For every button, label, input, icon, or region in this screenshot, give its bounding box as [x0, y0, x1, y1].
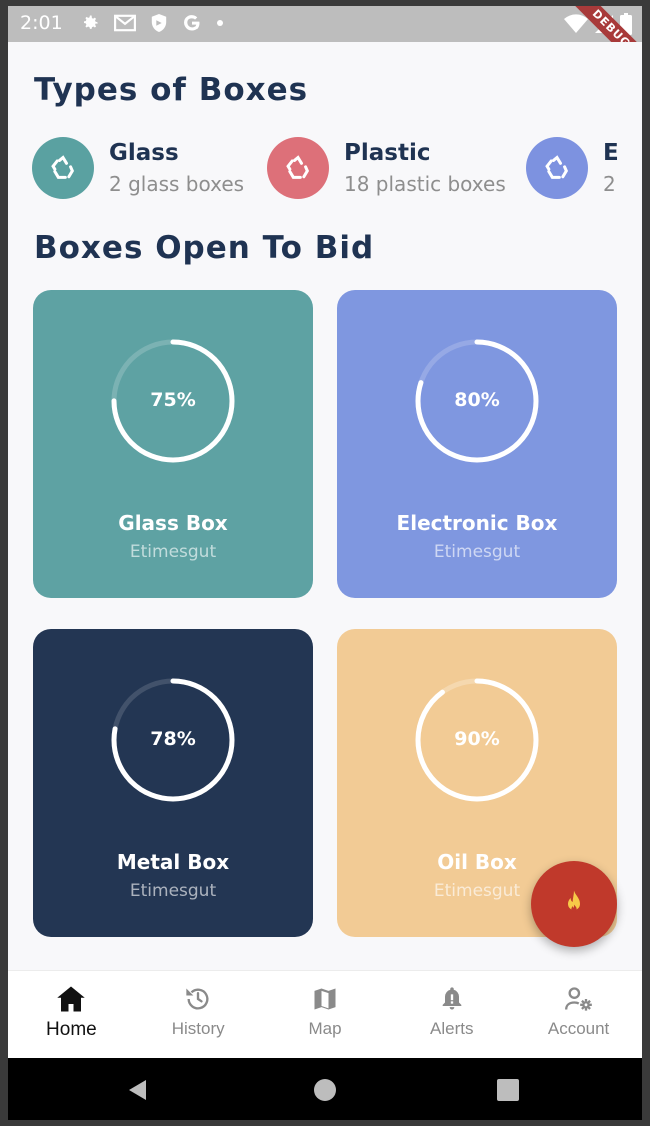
type-icon-circle	[32, 137, 94, 199]
type-count: 2	[603, 172, 616, 196]
type-item-electronic[interactable]: E 2	[526, 137, 619, 199]
box-location: Etimesgut	[129, 542, 217, 562]
back-icon[interactable]	[126, 1078, 150, 1102]
recycle-icon	[286, 155, 310, 179]
type-name: Glass	[109, 140, 179, 166]
bottom-navigation: Home History Map Alerts Account	[8, 970, 642, 1058]
nav-label: History	[171, 1019, 225, 1038]
status-bar: 2:01 DEBUG	[8, 6, 642, 82]
status-time: 2:01	[20, 12, 63, 34]
type-count: 18 plastic boxes	[344, 172, 506, 196]
box-percent: 90%	[454, 728, 500, 750]
bell-icon	[442, 987, 462, 1010]
fire-icon	[568, 890, 580, 912]
type-count: 2 glass boxes	[109, 172, 245, 196]
box-percent: 80%	[454, 389, 500, 411]
recents-icon[interactable]	[496, 1078, 520, 1102]
home-icon	[57, 986, 86, 1012]
home-circle-icon[interactable]	[313, 1078, 337, 1102]
types-section-title: Types of Boxes	[34, 72, 309, 108]
nav-label: Alerts	[430, 1019, 474, 1038]
account-settings-icon	[564, 987, 592, 1011]
shield-icon	[151, 14, 167, 32]
boxes-section-title: Boxes Open To Bid	[34, 230, 375, 266]
gear-icon	[84, 15, 98, 29]
app-content: Types of Boxes Glass 2 glass boxes Plast…	[8, 42, 642, 970]
fire-fab-button[interactable]	[531, 861, 617, 947]
nav-item-account[interactable]: Account	[515, 971, 642, 1058]
android-nav-bar	[8, 1058, 642, 1120]
type-icon-circle	[526, 137, 588, 199]
box-location: Etimesgut	[433, 542, 521, 562]
type-icon-circle	[267, 137, 329, 199]
device-frame: 2:01 DEBUG Types of Boxes Glass 2 glass …	[8, 6, 642, 1120]
history-icon	[186, 988, 209, 1010]
box-percent: 78%	[150, 728, 196, 750]
type-item-plastic[interactable]: Plastic 18 plastic boxes	[267, 137, 506, 199]
nav-label: Account	[547, 1019, 610, 1038]
nav-item-home[interactable]: Home	[8, 971, 135, 1058]
recycle-icon	[51, 155, 75, 179]
box-card-metal[interactable]: 78% Metal Box Etimesgut	[33, 629, 313, 937]
type-name: Plastic	[344, 140, 431, 166]
wifi-icon	[564, 14, 588, 33]
box-card-electronic[interactable]: 80% Electronic Box Etimesgut	[337, 290, 617, 598]
box-name: Electronic Box	[396, 511, 558, 535]
box-name: Glass Box	[118, 511, 228, 535]
nav-label: Map	[308, 1019, 342, 1038]
nav-item-map[interactable]: Map	[262, 971, 389, 1058]
mail-icon	[114, 14, 136, 32]
type-name: E	[603, 140, 619, 166]
box-percent: 75%	[150, 389, 196, 411]
nav-item-alerts[interactable]: Alerts	[388, 971, 515, 1058]
recycle-icon	[545, 155, 569, 179]
type-item-glass[interactable]: Glass 2 glass boxes	[32, 137, 244, 199]
dot-icon	[217, 20, 223, 26]
box-location: Etimesgut	[129, 881, 217, 901]
box-name: Metal Box	[116, 850, 230, 874]
nav-item-history[interactable]: History	[135, 971, 262, 1058]
box-card-glass[interactable]: 75% Glass Box Etimesgut	[33, 290, 313, 598]
nav-label: Home	[46, 1019, 97, 1040]
map-icon	[314, 988, 336, 1010]
google-icon	[184, 15, 200, 31]
